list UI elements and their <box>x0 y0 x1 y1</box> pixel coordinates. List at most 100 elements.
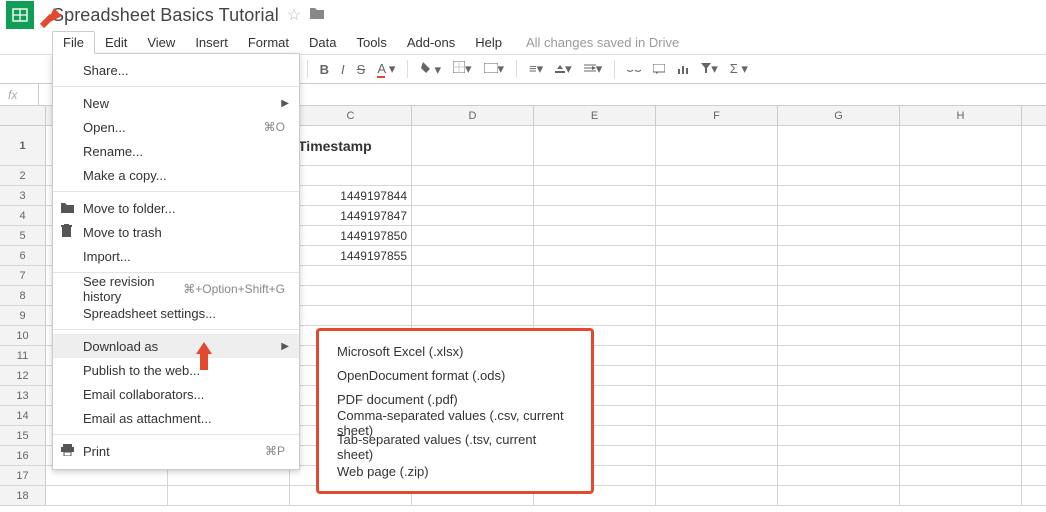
cell[interactable]: Timestamp <box>290 126 412 165</box>
download-tsv[interactable]: Tab-separated values (.tsv, current shee… <box>319 435 591 459</box>
cell[interactable] <box>656 166 778 185</box>
fill-color-icon[interactable]: ▾ <box>420 60 441 78</box>
cell[interactable] <box>534 166 656 185</box>
menu-insert[interactable]: Insert <box>185 32 238 53</box>
row-header[interactable]: 17 <box>0 466 46 485</box>
column-header[interactable]: G <box>778 106 900 125</box>
download-xlsx[interactable]: Microsoft Excel (.xlsx) <box>319 339 591 363</box>
cell[interactable] <box>656 406 778 425</box>
menu-format[interactable]: Format <box>238 32 299 53</box>
column-header[interactable]: C <box>290 106 412 125</box>
row-header[interactable]: 11 <box>0 346 46 365</box>
row-header[interactable]: 14 <box>0 406 46 425</box>
menu-file[interactable]: File <box>52 31 95 54</box>
menu-move-to-trash[interactable]: Move to trash <box>53 220 299 244</box>
cell[interactable] <box>778 386 900 405</box>
cell[interactable] <box>412 306 534 325</box>
bold-button[interactable]: B <box>320 62 329 77</box>
menu-edit[interactable]: Edit <box>95 32 137 53</box>
cell[interactable] <box>900 266 1022 285</box>
cell[interactable] <box>900 366 1022 385</box>
cell[interactable] <box>656 266 778 285</box>
cell[interactable] <box>534 286 656 305</box>
cell[interactable] <box>900 446 1022 465</box>
insert-link-icon[interactable] <box>627 62 641 77</box>
cell[interactable] <box>656 466 778 485</box>
sheets-app-icon[interactable] <box>6 1 34 29</box>
cell[interactable] <box>656 186 778 205</box>
row-header[interactable]: 4 <box>0 206 46 225</box>
cell[interactable] <box>534 266 656 285</box>
cell[interactable] <box>656 446 778 465</box>
cell[interactable] <box>778 406 900 425</box>
cell[interactable] <box>656 226 778 245</box>
menu-print[interactable]: Print⌘P <box>53 439 299 463</box>
cell[interactable] <box>656 306 778 325</box>
cell[interactable] <box>778 446 900 465</box>
column-header[interactable]: E <box>534 106 656 125</box>
row-header[interactable]: 5 <box>0 226 46 245</box>
cell[interactable] <box>534 306 656 325</box>
cell[interactable] <box>412 266 534 285</box>
cell[interactable] <box>778 326 900 345</box>
cell[interactable] <box>778 286 900 305</box>
menu-move-to-folder[interactable]: Move to folder... <box>53 196 299 220</box>
cell[interactable] <box>778 226 900 245</box>
cell[interactable] <box>656 346 778 365</box>
cell[interactable] <box>900 466 1022 485</box>
cell[interactable] <box>412 246 534 265</box>
cell[interactable] <box>900 126 1022 165</box>
cell[interactable] <box>290 266 412 285</box>
menu-make-copy[interactable]: Make a copy... <box>53 163 299 187</box>
cell[interactable] <box>534 246 656 265</box>
select-all-corner[interactable] <box>0 106 46 125</box>
menu-publish-web[interactable]: Publish to the web... <box>53 358 299 382</box>
cell[interactable] <box>290 306 412 325</box>
cell[interactable] <box>656 366 778 385</box>
functions-icon[interactable]: Σ ▾ <box>730 61 748 77</box>
cell[interactable]: 1449197850 <box>290 226 412 245</box>
menu-new[interactable]: New▶ <box>53 91 299 115</box>
cell[interactable]: 1449197855 <box>290 246 412 265</box>
cell[interactable] <box>900 486 1022 505</box>
cell[interactable] <box>900 246 1022 265</box>
cell[interactable]: 1449197844 <box>290 186 412 205</box>
menu-addons[interactable]: Add-ons <box>397 32 465 53</box>
row-header[interactable]: 7 <box>0 266 46 285</box>
menu-spreadsheet-settings[interactable]: Spreadsheet settings... <box>53 301 299 325</box>
merge-cells-icon[interactable]: ▾ <box>484 61 505 77</box>
filter-icon[interactable]: ▾ <box>701 61 718 77</box>
borders-icon[interactable]: ▾ <box>453 61 472 77</box>
insert-comment-icon[interactable] <box>653 62 665 77</box>
cell[interactable] <box>412 226 534 245</box>
menu-revision-history[interactable]: See revision history⌘+Option+Shift+G <box>53 277 299 301</box>
row-header[interactable]: 15 <box>0 426 46 445</box>
cell[interactable] <box>900 406 1022 425</box>
column-header[interactable]: F <box>656 106 778 125</box>
row-header[interactable]: 1 <box>0 126 46 165</box>
cell[interactable] <box>656 206 778 225</box>
cell[interactable] <box>778 466 900 485</box>
cell[interactable] <box>534 126 656 165</box>
vertical-align-icon[interactable]: ▾ <box>555 61 572 77</box>
menu-view[interactable]: View <box>137 32 185 53</box>
cell[interactable] <box>290 166 412 185</box>
row-header[interactable]: 12 <box>0 366 46 385</box>
cell[interactable] <box>656 326 778 345</box>
row-header[interactable]: 6 <box>0 246 46 265</box>
menu-help[interactable]: Help <box>465 32 512 53</box>
cell[interactable] <box>534 226 656 245</box>
strikethrough-button[interactable]: S <box>357 62 366 77</box>
menu-rename[interactable]: Rename... <box>53 139 299 163</box>
menu-import[interactable]: Import... <box>53 244 299 268</box>
row-header[interactable]: 10 <box>0 326 46 345</box>
cell[interactable] <box>900 226 1022 245</box>
cell[interactable] <box>900 326 1022 345</box>
cell[interactable] <box>168 486 290 505</box>
cell[interactable] <box>412 286 534 305</box>
document-title[interactable]: Spreadsheet Basics Tutorial <box>52 5 279 26</box>
cell[interactable]: 1449197847 <box>290 206 412 225</box>
cell[interactable] <box>412 126 534 165</box>
cell[interactable] <box>656 386 778 405</box>
cell[interactable] <box>900 386 1022 405</box>
